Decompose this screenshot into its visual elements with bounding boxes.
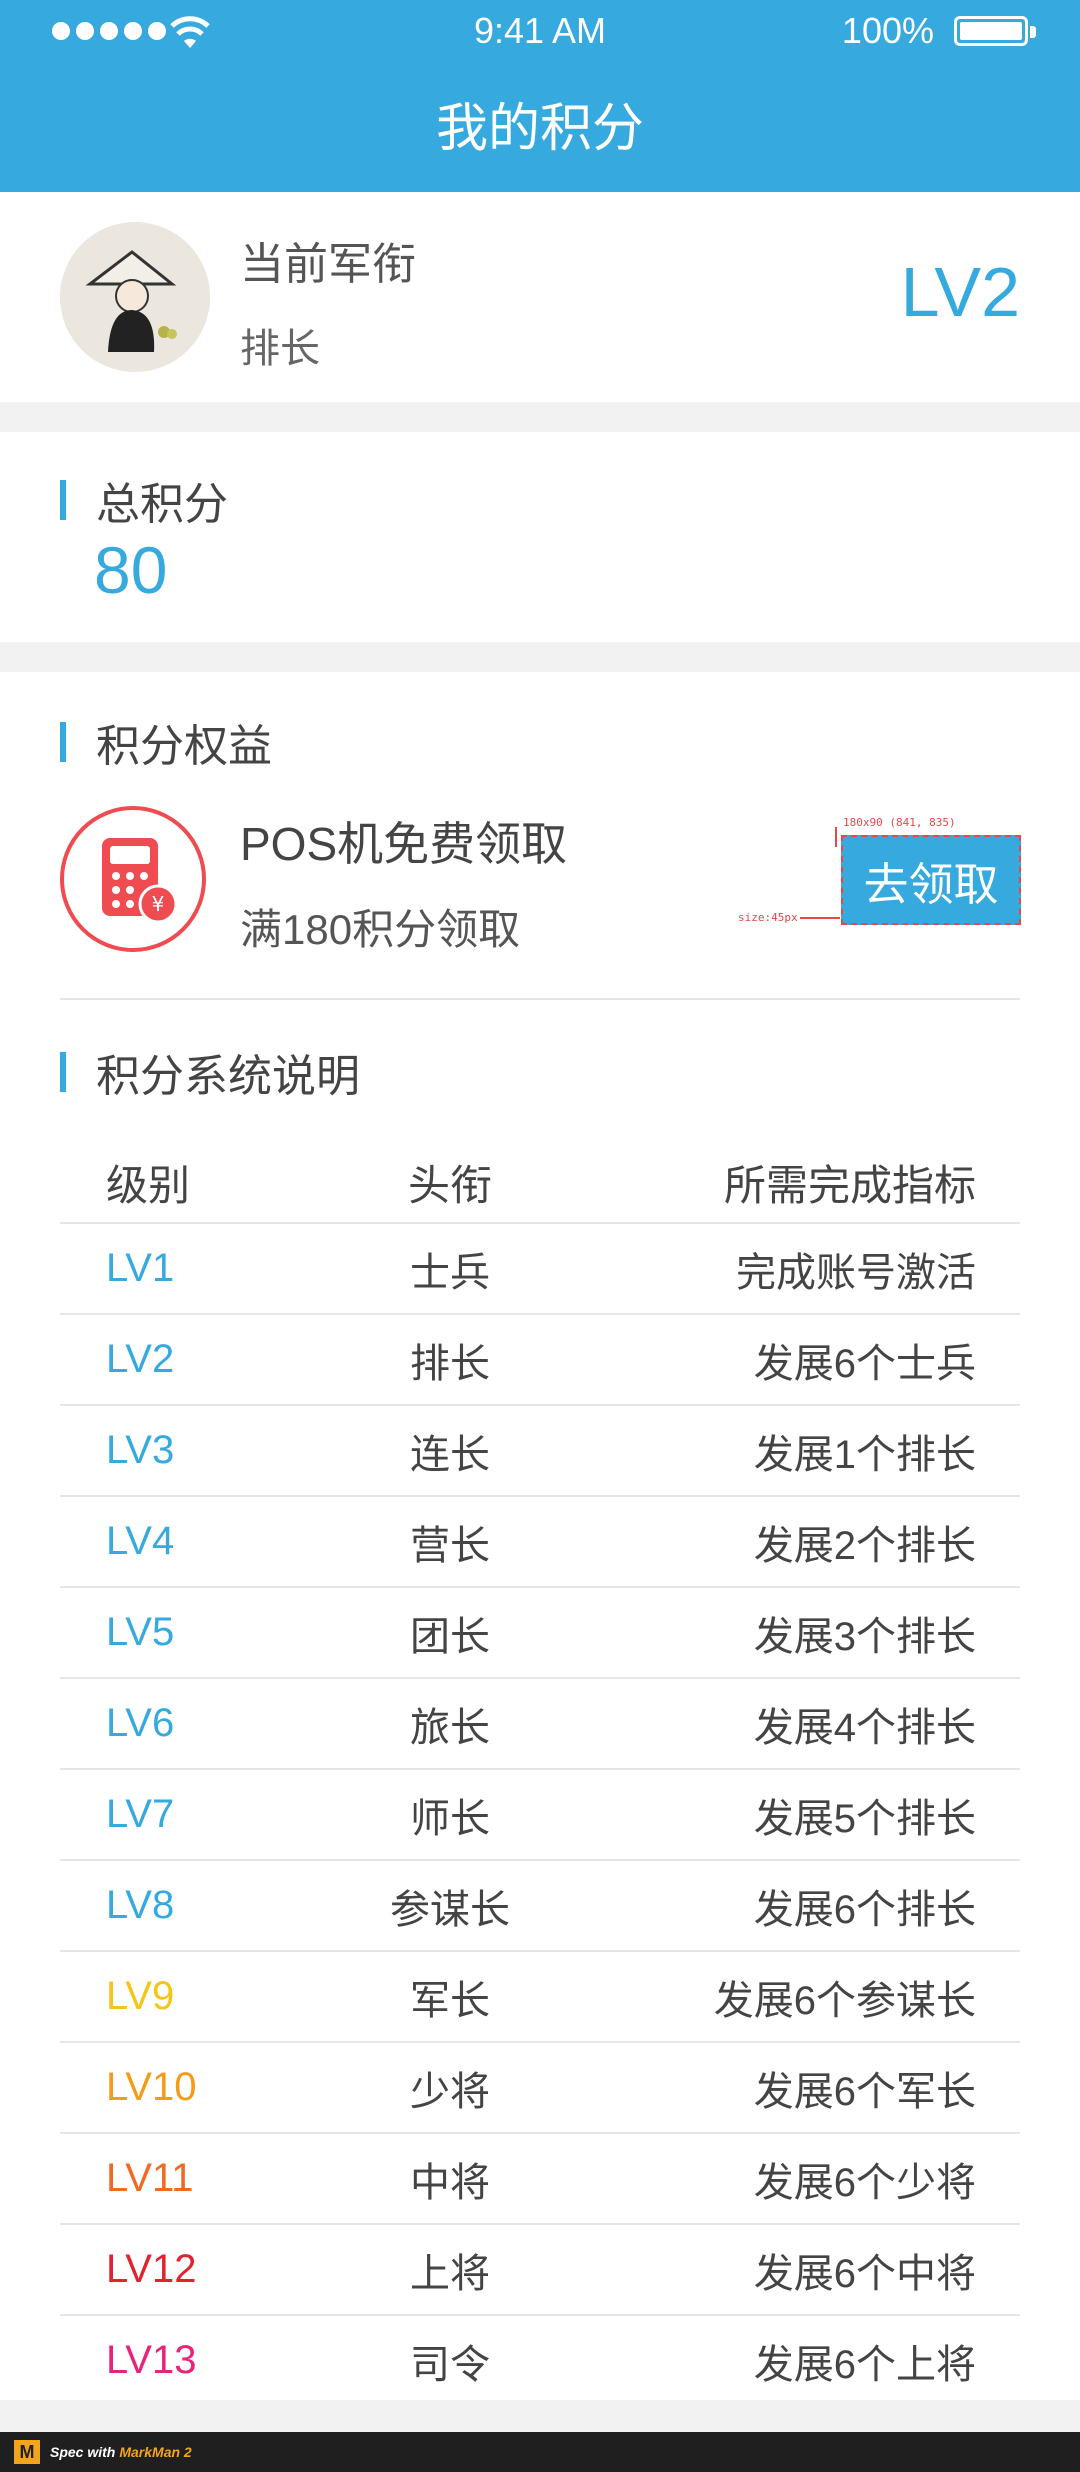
total-heading: 总积分 bbox=[60, 468, 228, 532]
level-cell: LV10 bbox=[106, 2065, 197, 2109]
title-cell: 排长 bbox=[410, 1341, 490, 1386]
level-cell: LV1 bbox=[106, 1246, 175, 1290]
footer-brand: MarkMan 2 bbox=[119, 2444, 192, 2460]
requirement-cell: 发展6个少将 bbox=[753, 2160, 976, 2205]
column-header-level: 级别 bbox=[106, 1161, 191, 1209]
rank-card: 当前军衔 排长 LV2 bbox=[0, 192, 1080, 402]
total-heading-text: 总积分 bbox=[96, 480, 228, 529]
spec-marker bbox=[800, 917, 840, 919]
table-row: LV9 军长 发展6个参谋长 bbox=[60, 1952, 1020, 2043]
rank-title: 排长 bbox=[240, 327, 320, 371]
total-points-value: 80 bbox=[94, 533, 168, 607]
page-title: 我的积分 bbox=[435, 100, 644, 158]
system-heading-text: 积分系统说明 bbox=[96, 1052, 360, 1101]
title-cell: 团长 bbox=[410, 1614, 490, 1659]
title-cell: 师长 bbox=[410, 1796, 490, 1841]
rank-level: LV2 bbox=[900, 253, 1020, 331]
benefits-heading: 积分权益 bbox=[60, 710, 272, 774]
table-row: LV13 司令 发展6个上将 bbox=[60, 2316, 1020, 2405]
requirement-cell: 发展6个参谋长 bbox=[713, 1978, 976, 2023]
benefits-heading-text: 积分权益 bbox=[96, 722, 272, 771]
table-header: 级别 头衔 所需完成指标 bbox=[60, 1142, 1020, 1224]
requirement-cell: 发展6个上将 bbox=[753, 2342, 976, 2387]
level-cell: LV6 bbox=[106, 1701, 175, 1745]
top-bar: 9:41 AM 100% 我的积分 bbox=[0, 0, 1080, 192]
spec-font-annotation: size:45px bbox=[738, 911, 798, 924]
table-row: LV1 士兵 完成账号激活 bbox=[60, 1224, 1020, 1315]
requirement-cell: 发展6个中将 bbox=[753, 2251, 976, 2296]
section-accent-bar bbox=[60, 1052, 66, 1092]
divider bbox=[60, 998, 1020, 1000]
requirement-cell: 发展3个排长 bbox=[753, 1614, 976, 1659]
requirement-cell: 发展6个士兵 bbox=[753, 1341, 976, 1386]
table-row: LV6 旅长 发展4个排长 bbox=[60, 1679, 1020, 1770]
table-row: LV8 参谋长 发展6个排长 bbox=[60, 1861, 1020, 1952]
spec-size-annotation: 180x90 (841, 835) bbox=[843, 816, 956, 829]
level-cell: LV7 bbox=[106, 1792, 175, 1836]
table-row: LV3 连长 发展1个排长 bbox=[60, 1406, 1020, 1497]
column-header-requirement: 所需完成指标 bbox=[723, 1161, 976, 1209]
benefits-card: 积分权益 ¥ POS机免费领取 满180积分领取 180x90 (841, 83… bbox=[0, 672, 1080, 2400]
table-row: LV11 中将 发展6个少将 bbox=[60, 2134, 1020, 2225]
title-cell: 少将 bbox=[410, 2069, 490, 2114]
battery-icon bbox=[954, 16, 1028, 46]
system-heading: 积分系统说明 bbox=[60, 1040, 360, 1104]
table-row: LV4 营长 发展2个排长 bbox=[60, 1497, 1020, 1588]
svg-text:¥: ¥ bbox=[152, 892, 165, 916]
spec-marker bbox=[835, 827, 837, 847]
section-accent-bar bbox=[60, 722, 66, 762]
total-points-card: 总积分 80 bbox=[0, 432, 1080, 642]
level-cell: LV4 bbox=[106, 1519, 175, 1563]
calculator-icon: ¥ bbox=[60, 806, 206, 952]
benefit-name: POS机免费领取 bbox=[240, 818, 568, 870]
battery-percent: 100% bbox=[841, 10, 934, 51]
table-row: LV12 上将 发展6个中将 bbox=[60, 2225, 1020, 2316]
level-cell: LV12 bbox=[106, 2247, 197, 2291]
title-cell: 中将 bbox=[410, 2160, 490, 2205]
level-cell: LV11 bbox=[106, 2156, 194, 2200]
requirement-cell: 发展1个排长 bbox=[753, 1432, 976, 1477]
avatar-illustration-icon bbox=[60, 222, 210, 372]
footer-text: Spec with bbox=[50, 2444, 116, 2460]
title-cell: 司令 bbox=[410, 2342, 490, 2387]
levels-table: 级别 头衔 所需完成指标 LV1 士兵 完成账号激活 LV2 排长 发展6个士兵 LV3 连长… bbox=[60, 1142, 1020, 2405]
benefit-description: 满180积分领取 bbox=[240, 906, 521, 953]
table-row: LV2 排长 发展6个士兵 bbox=[60, 1315, 1020, 1406]
table-row: LV7 师长 发展5个排长 bbox=[60, 1770, 1020, 1861]
title-cell: 士兵 bbox=[410, 1250, 490, 1295]
level-cell: LV13 bbox=[106, 2338, 197, 2382]
level-cell: LV5 bbox=[106, 1610, 175, 1654]
section-accent-bar bbox=[60, 480, 66, 520]
battery-tip bbox=[1030, 26, 1036, 38]
level-cell: LV3 bbox=[106, 1428, 175, 1472]
column-header-title: 头衔 bbox=[407, 1161, 492, 1209]
claim-button[interactable]: 去领取 bbox=[841, 835, 1021, 925]
requirement-cell: 发展2个排长 bbox=[753, 1523, 976, 1568]
rank-label: 当前军衔 bbox=[240, 240, 416, 289]
title-cell: 营长 bbox=[410, 1523, 490, 1568]
status-bar: 9:41 AM 100% bbox=[0, 0, 1080, 66]
level-cell: LV2 bbox=[106, 1337, 175, 1381]
title-cell: 参谋长 bbox=[390, 1887, 510, 1932]
table-row: LV10 少将 发展6个军长 bbox=[60, 2043, 1020, 2134]
table-row: LV5 团长 发展3个排长 bbox=[60, 1588, 1020, 1679]
requirement-cell: 完成账号激活 bbox=[736, 1250, 976, 1295]
title-cell: 连长 bbox=[410, 1432, 490, 1477]
avatar[interactable] bbox=[60, 222, 210, 372]
markman-footer: M Spec with MarkMan 2 bbox=[0, 2432, 1080, 2472]
requirement-cell: 发展6个排长 bbox=[753, 1887, 976, 1932]
requirement-cell: 发展5个排长 bbox=[753, 1796, 976, 1841]
level-cell: LV8 bbox=[106, 1883, 175, 1927]
requirement-cell: 发展6个军长 bbox=[753, 2069, 976, 2114]
requirement-cell: 发展4个排长 bbox=[753, 1705, 976, 1750]
level-cell: LV9 bbox=[106, 1974, 175, 2018]
title-cell: 旅长 bbox=[410, 1705, 490, 1750]
title-cell: 军长 bbox=[410, 1978, 490, 2023]
title-cell: 上将 bbox=[410, 2251, 490, 2296]
markman-logo-icon: M bbox=[14, 2440, 40, 2464]
